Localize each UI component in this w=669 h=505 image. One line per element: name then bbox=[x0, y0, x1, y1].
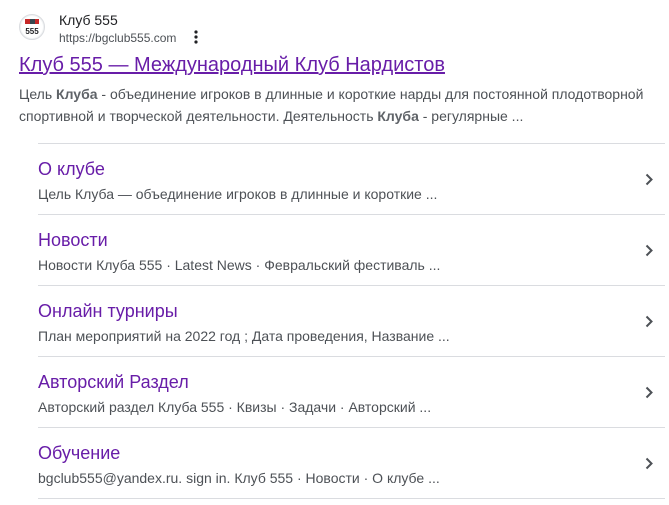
sitelink-description: Новости Клуба 555 · Latest News · Феврал… bbox=[38, 257, 441, 273]
sitelink-about[interactable]: О клубе Цель Клуба — объединение игроков… bbox=[38, 144, 665, 215]
sitelinks-list: О клубе Цель Клуба — объединение игроков… bbox=[38, 143, 665, 499]
snippet-text: - объединение игроков в длинные и коротк… bbox=[19, 86, 644, 124]
more-options-button[interactable] bbox=[189, 28, 203, 46]
sitelink-description: Цель Клуба — объединение игроков в длинн… bbox=[38, 186, 438, 202]
sitelink-online-tournaments[interactable]: Онлайн турниры План мероприятий на 2022 … bbox=[38, 286, 665, 357]
site-favicon[interactable]: 555 bbox=[19, 14, 45, 40]
result-header: 555 Клуб 555 https://bgclub555.com bbox=[19, 12, 659, 46]
snippet-highlight: Клуба bbox=[56, 86, 98, 102]
sitelink-title[interactable]: Онлайн турниры bbox=[38, 301, 178, 322]
sitelink-title[interactable]: Обучение bbox=[38, 443, 120, 464]
sitelink-title[interactable]: Авторский Раздел bbox=[38, 372, 189, 393]
chevron-right-icon[interactable] bbox=[643, 312, 655, 330]
sitelink-author-section[interactable]: Авторский Раздел Авторский раздел Клуба … bbox=[38, 357, 665, 428]
chevron-right-icon[interactable] bbox=[643, 383, 655, 401]
site-url[interactable]: https://bgclub555.com bbox=[59, 31, 176, 45]
club-logo-icon: 555 bbox=[21, 16, 43, 38]
chevron-right-icon[interactable] bbox=[643, 454, 655, 472]
result-snippet: Цель Клуба - объединение игроков в длинн… bbox=[19, 83, 659, 127]
sitelink-description: bgclub555@yandex.ru. sign in. Клуб 555 ·… bbox=[38, 470, 440, 486]
sitelink-education[interactable]: Обучение bgclub555@yandex.ru. sign in. К… bbox=[38, 428, 665, 499]
more-vertical-icon bbox=[194, 30, 198, 44]
sitelink-description: Авторский раздел Клуба 555 · Квизы · Зад… bbox=[38, 399, 432, 415]
chevron-right-icon[interactable] bbox=[643, 241, 655, 259]
snippet-text: Цель bbox=[19, 86, 57, 102]
result-title-link[interactable]: Клуб 555 — Международный Клуб Нардистов bbox=[19, 54, 445, 77]
site-name[interactable]: Клуб 555 bbox=[59, 12, 118, 28]
snippet-text: - регулярные ... bbox=[418, 108, 524, 124]
sitelink-title[interactable]: О клубе bbox=[38, 159, 105, 180]
sitelink-title[interactable]: Новости bbox=[38, 230, 108, 251]
sitelink-description: План мероприятий на 2022 год ; Дата пров… bbox=[38, 328, 450, 344]
snippet-highlight: Клуба bbox=[377, 108, 419, 124]
favicon-text: 555 bbox=[25, 27, 39, 36]
sitelink-news[interactable]: Новости Новости Клуба 555 · Latest News … bbox=[38, 215, 665, 286]
chevron-right-icon[interactable] bbox=[643, 170, 655, 188]
